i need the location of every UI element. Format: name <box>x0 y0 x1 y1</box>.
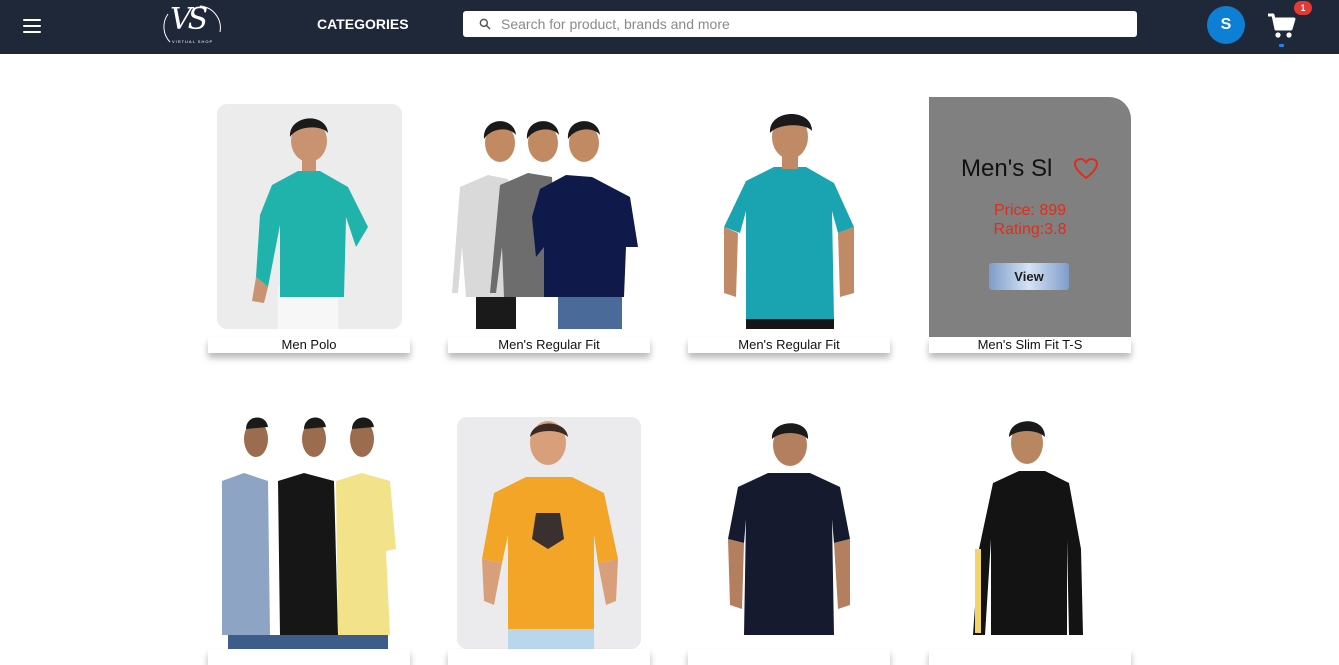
cart-count-badge: 1 <box>1294 1 1312 15</box>
heart-icon[interactable] <box>1073 157 1099 181</box>
product-card[interactable]: Men Polo <box>208 97 410 353</box>
product-name <box>688 649 890 665</box>
search-bar <box>463 11 1137 37</box>
product-card-hovered[interactable]: Men's Sl Price: 899 Rating:3.8 View Men'… <box>929 97 1131 353</box>
product-price: Price: 899 <box>993 202 1067 219</box>
shirt-image-3 <box>724 113 854 329</box>
shirt-image-7 <box>728 423 850 635</box>
product-price-rating: Price: 899 Rating:3.8 <box>929 201 1131 239</box>
product-name: Men's Regular Fit <box>448 337 650 353</box>
shirt-image-2 <box>452 121 638 329</box>
product-image <box>929 409 1131 649</box>
product-name: Men Polo <box>208 337 410 353</box>
product-card[interactable]: Men's Regular Fit <box>688 97 890 353</box>
product-image <box>208 97 410 337</box>
shirt-image-1 <box>217 104 402 329</box>
navbar: VS VIRTUAL SHOP CATEGORIES S 1 <box>0 0 1339 54</box>
product-rating: Rating:3.8 <box>993 221 1067 238</box>
product-name <box>208 649 410 665</box>
hover-product-title: Men's Sl <box>961 155 1053 182</box>
user-avatar[interactable]: S <box>1207 6 1245 44</box>
product-card[interactable] <box>208 409 410 665</box>
cart-icon[interactable] <box>1267 12 1297 40</box>
hamburger-menu-icon[interactable] <box>20 15 44 37</box>
shirt-image-5 <box>222 417 396 649</box>
product-name <box>448 649 650 665</box>
product-image <box>688 409 890 649</box>
product-hover-overlay: Men's Sl Price: 899 Rating:3.8 View <box>929 97 1131 337</box>
shirt-image-8 <box>973 421 1083 635</box>
product-name: Men's Slim Fit T-S <box>929 337 1131 353</box>
search-icon <box>479 18 491 30</box>
product-name <box>929 649 1131 665</box>
search-input[interactable] <box>501 11 1121 37</box>
product-card[interactable]: Men's Regular Fit <box>448 97 650 353</box>
product-card[interactable] <box>448 409 650 665</box>
product-name: Men's Regular Fit <box>688 337 890 353</box>
logo-text: VS <box>170 2 208 37</box>
product-image <box>688 97 890 337</box>
product-card[interactable] <box>929 409 1131 665</box>
product-image <box>448 97 650 337</box>
logo[interactable]: VS VIRTUAL SHOP <box>160 2 226 50</box>
product-image <box>448 409 650 649</box>
shirt-image-6 <box>457 417 641 649</box>
logo-subtext: VIRTUAL SHOP <box>172 39 214 44</box>
product-card[interactable] <box>688 409 890 665</box>
view-button[interactable]: View <box>989 263 1069 290</box>
product-image <box>208 409 410 649</box>
categories-link[interactable]: CATEGORIES <box>317 16 409 32</box>
cart-indicator <box>1279 44 1284 47</box>
